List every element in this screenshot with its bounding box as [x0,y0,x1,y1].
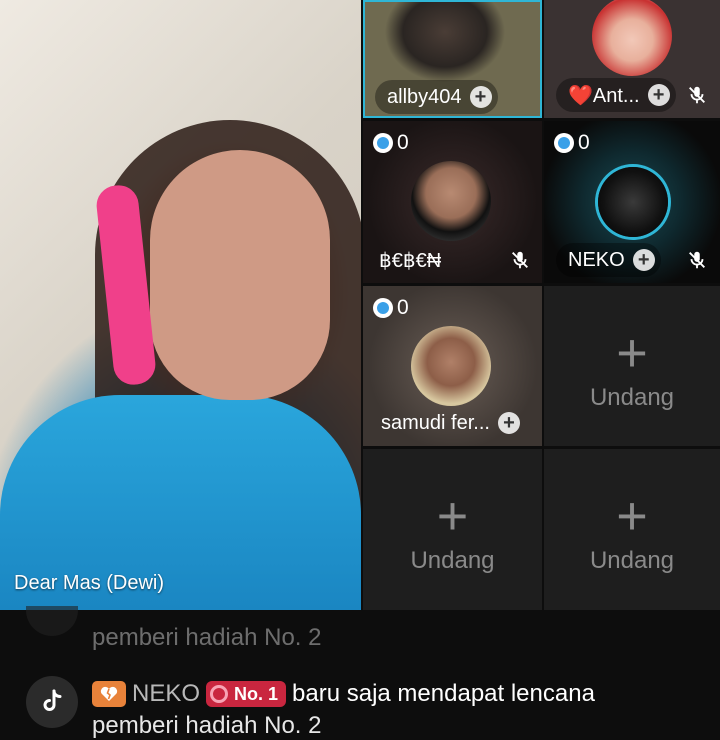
host-face [150,150,330,400]
plus-icon: + [436,486,469,546]
avatar [592,0,672,76]
guest-name-pill[interactable]: ❤️Ant... + [556,78,676,112]
plus-icon: + [616,323,648,383]
invite-label: Undang [589,384,675,411]
guest-tile-beben[interactable]: 0 ฿€฿€₦ [363,121,542,283]
guest-tile-neko[interactable]: 0 NEKO + [544,121,720,283]
gem-icon [373,298,393,318]
comment-message-cont: pemberi hadiah No. 2 [92,712,322,739]
mic-muted-icon [512,251,528,269]
rank-label: No. 1 [234,683,279,704]
invite-slot[interactable]: + Undang [363,449,542,610]
rank-ring-icon [210,685,229,703]
rank-badge: No. 1 [206,681,287,707]
broken-heart-icon [92,681,126,707]
invite-label: Undang [410,547,495,574]
follow-plus-icon[interactable]: + [497,412,520,434]
invite-slot[interactable]: + Undang [544,449,720,610]
coin-count: 0 [578,131,590,154]
follow-plus-icon[interactable]: + [469,86,492,108]
comment-text: pemberi hadiah No. 2 [92,624,322,651]
guest-name-pill[interactable]: samudi fer... + [369,406,526,440]
comment-user[interactable]: NEKO [132,680,200,708]
mic-muted-icon [689,251,705,269]
tiktok-icon [26,676,78,728]
avatar [598,167,668,237]
guest-name: samudi fer... [381,411,490,434]
comment-row[interactable]: NEKO No. 1 baru saja mendapat lencana [92,680,595,708]
guest-name-pill[interactable]: allby404 + [375,80,498,114]
plus-icon: + [616,486,648,546]
host-video[interactable]: Dear Mas (Dewi) [0,0,361,610]
guest-name: ฿€฿€₦ [379,249,442,272]
coin-count: 0 [397,296,409,319]
guest-name-pill[interactable]: NEKO + [556,243,661,277]
avatar [411,326,491,406]
guest-tile-allby404[interactable]: allby404 + [363,0,542,118]
guest-name: NEKO [568,248,625,271]
follow-plus-icon[interactable]: + [632,249,655,271]
guest-tile-ant[interactable]: ❤️Ant... + [544,0,720,118]
coin-count: 0 [397,131,409,154]
invite-button[interactable]: + Undang [544,326,720,412]
gem-icon [554,133,574,153]
host-name: Dear Mas (Dewi) [14,572,165,594]
guest-name-pill[interactable]: ฿€฿€₦ [371,243,447,277]
coin-badge: 0 [373,296,409,320]
gem-icon [373,133,393,153]
comment-message: baru saja mendapat lencana [292,680,595,707]
coin-badge: 0 [373,131,409,155]
follow-plus-icon[interactable]: + [647,84,670,106]
mic-muted-icon [689,86,705,104]
guest-tile-samudi[interactable]: 0 samudi fer... + [363,286,542,446]
guest-name: ❤️Ant... [568,84,640,107]
invite-slot[interactable]: + Undang [544,286,720,446]
invite-button[interactable]: + Undang [544,489,720,575]
invite-button[interactable]: + Undang [363,489,542,575]
coin-badge: 0 [554,131,590,155]
avatar [411,161,491,241]
invite-label: Undang [589,547,675,574]
guest-name: allby404 [387,85,462,108]
